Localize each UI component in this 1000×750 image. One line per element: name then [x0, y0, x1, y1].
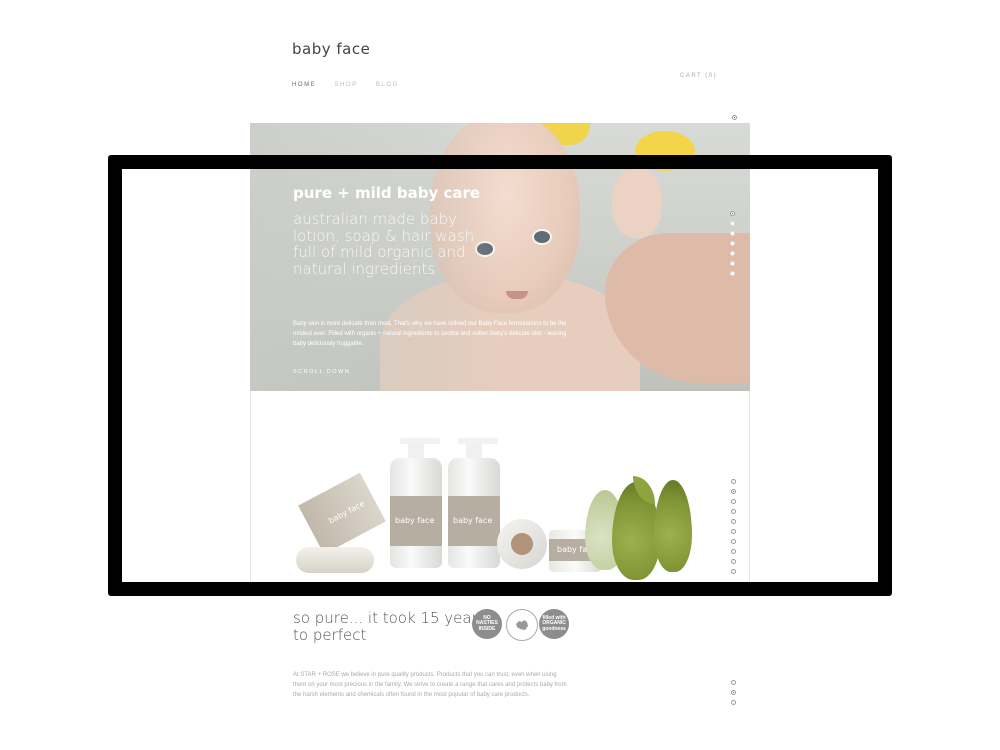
frame-margin [122, 169, 250, 582]
about-body: At STAR + ROSE we believe in pure qualit… [293, 672, 567, 698]
pager-dot[interactable] [731, 690, 736, 695]
baby-eye [532, 229, 552, 245]
pager-dot[interactable] [730, 251, 735, 256]
badge-text: filled with ORGANIC goodness [542, 614, 566, 632]
pager-dot[interactable] [731, 700, 736, 705]
product-label: baby face [395, 516, 435, 525]
cart-link[interactable]: CART (0) [680, 73, 717, 79]
nav-shop[interactable]: SHOP [334, 82, 357, 88]
pager-dot[interactable] [731, 499, 736, 504]
pager-dot[interactable] [731, 539, 736, 544]
pager-dot[interactable] [730, 231, 735, 236]
hero-description: Baby skin is more delicate than most. Th… [293, 321, 567, 347]
bottle-label: baby face [390, 496, 442, 546]
organic-badge: filled with ORGANIC goodness [539, 609, 569, 639]
bottle-label: baby face [448, 496, 500, 546]
product-body-milk[interactable]: baby face [448, 438, 500, 568]
pager-dot[interactable] [731, 559, 736, 564]
product-label: baby face [327, 498, 367, 526]
pager-dot[interactable] [730, 221, 735, 226]
pager-dot[interactable] [730, 261, 735, 266]
pager-dot[interactable] [731, 509, 736, 514]
nav-home[interactable]: HOME [292, 82, 316, 88]
bottle-neck [408, 444, 424, 458]
pager-dot[interactable] [730, 211, 735, 216]
about-heading: so pure... it took 15 years to perfect [293, 609, 486, 644]
pager-dot[interactable] [731, 479, 736, 484]
product-label: baby face [453, 516, 493, 525]
site-logo[interactable]: baby face [292, 40, 370, 58]
main-nav: HOME SHOP BLOG [292, 82, 399, 88]
pager-dot[interactable] [731, 519, 736, 524]
product-hair-body-wash[interactable]: baby face [390, 438, 442, 568]
pager-dot[interactable] [730, 271, 735, 276]
no-nasties-badge: NO NASTIES INSIDE [472, 609, 502, 639]
pager-dot[interactable] [732, 115, 737, 120]
pager-dot[interactable] [730, 241, 735, 246]
pager-dot[interactable] [731, 569, 736, 574]
pager-dot[interactable] [731, 529, 736, 534]
pager-dot[interactable] [731, 680, 736, 685]
frame-margin [750, 169, 878, 582]
pager-dot[interactable] [731, 489, 736, 494]
bottle-neck [466, 444, 482, 458]
product-soap-bar[interactable] [296, 547, 374, 573]
pager-dot[interactable] [731, 549, 736, 554]
bath-toy [635, 131, 695, 171]
nav-blog[interactable]: BLOG [376, 82, 399, 88]
baby-fist [612, 168, 662, 238]
hero-subtitle: australian made baby lotion, soap & hair… [293, 210, 475, 278]
badge-text: NO NASTIES INSIDE [476, 614, 498, 632]
hero-title: pure + mild baby care [293, 184, 481, 202]
product-tin[interactable] [497, 519, 547, 569]
australia-badge [506, 609, 538, 641]
scroll-down-link[interactable]: SCROLL DOWN [293, 369, 350, 375]
australia-icon [516, 620, 528, 630]
